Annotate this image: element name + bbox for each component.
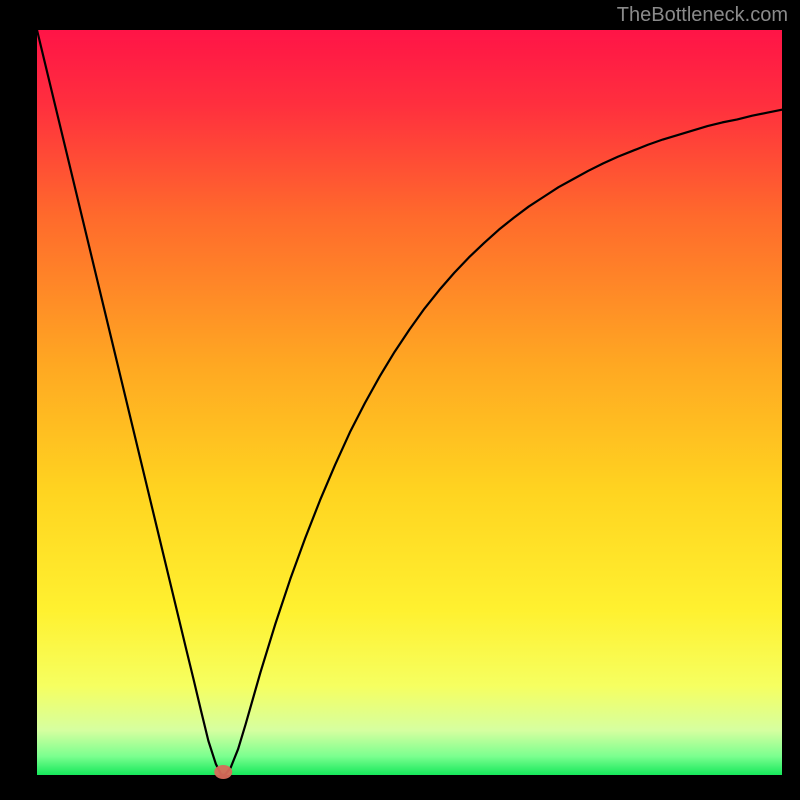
watermark-text: TheBottleneck.com bbox=[617, 4, 788, 27]
optimal-point-marker bbox=[214, 765, 232, 779]
bottleneck-plot bbox=[0, 0, 800, 800]
chart-container: TheBottleneck.com bbox=[0, 0, 800, 800]
plot-background bbox=[37, 30, 782, 775]
